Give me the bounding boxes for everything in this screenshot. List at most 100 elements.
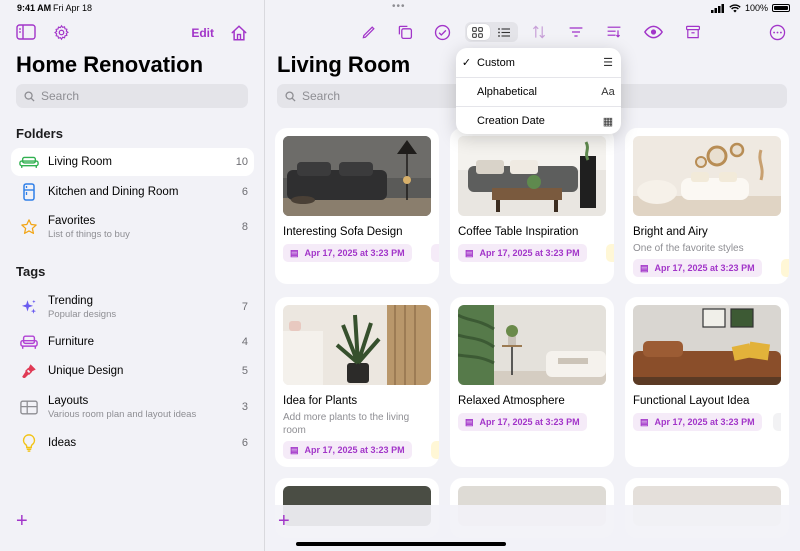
sidebar-toggle-icon[interactable] xyxy=(16,24,36,40)
overflow-tag xyxy=(431,441,439,459)
multitasking-dots[interactable]: ••• xyxy=(392,1,406,12)
eye-icon[interactable] xyxy=(644,24,663,40)
sofa-icon xyxy=(19,152,39,172)
card-subtitle: Add more plants to the living room xyxy=(283,412,410,436)
battery-icon xyxy=(772,4,790,12)
search-placeholder: Search xyxy=(302,89,341,103)
card-subtitle: One of the favorite styles xyxy=(633,243,744,254)
list-icon: ☰ xyxy=(603,57,613,69)
gear-icon[interactable] xyxy=(53,24,70,41)
calendar-icon: ▤ xyxy=(640,262,649,273)
archive-icon[interactable] xyxy=(685,24,701,40)
note-card[interactable]: Interesting Sofa Design ▤ Apr 17, 2025 at… xyxy=(275,128,439,284)
overflow-tag xyxy=(606,244,614,262)
folders-heading: Folders xyxy=(16,126,63,141)
edit-button[interactable]: Edit xyxy=(191,26,214,40)
wifi-icon xyxy=(729,3,741,12)
sidebar-item-subtitle: Popular designs xyxy=(48,308,117,320)
note-card[interactable]: Bright and Airy One of the favorite styl… xyxy=(625,128,789,284)
overflow-tag xyxy=(781,259,789,277)
status-date: Fri Apr 18 xyxy=(53,3,93,13)
sidebar-tag-layouts[interactable]: Layouts Various room plan and layout ide… xyxy=(11,389,254,425)
duplicate-icon[interactable] xyxy=(397,24,413,40)
sidebar: Edit Home Renovation Search Folders Livi… xyxy=(0,0,265,551)
note-card[interactable]: Coffee Table Inspiration ▤ Apr 17, 2025 a… xyxy=(450,128,614,284)
sidebar-tag-furniture[interactable]: Furniture 4 xyxy=(11,328,254,356)
text-aa-icon: Aa xyxy=(601,86,615,98)
status-bar: 9:41 AM Fri Apr 18 ••• 100% xyxy=(0,0,800,16)
sidebar-item-label: Furniture xyxy=(48,336,95,348)
calendar-icon: ▤ xyxy=(465,247,474,258)
item-count: 3 xyxy=(241,401,248,413)
sidebar-item-label: Living Room xyxy=(48,156,112,168)
add-note-button[interactable]: + xyxy=(278,511,290,531)
bright-room-photo xyxy=(633,136,781,216)
overflow-tag xyxy=(431,244,439,262)
calendar-icon: ▦ xyxy=(602,115,614,128)
overflow-tag xyxy=(773,413,781,431)
tags-heading: Tags xyxy=(16,264,46,279)
card-title: Coffee Table Inspiration xyxy=(458,226,579,238)
card-title: Interesting Sofa Design xyxy=(283,226,403,238)
group-icon[interactable] xyxy=(606,24,622,40)
status-time: 9:41 AM xyxy=(17,3,52,13)
calendar-icon: ▤ xyxy=(290,444,299,455)
filter-icon[interactable] xyxy=(568,24,584,40)
note-card[interactable]: Relaxed Atmosphere ▤ Apr 17, 2025 at 3:23… xyxy=(450,297,614,467)
card-title: Idea for Plants xyxy=(283,395,358,407)
brown-sofa-photo xyxy=(633,305,781,385)
cellular-icon xyxy=(710,3,724,13)
list-view-icon[interactable] xyxy=(498,27,510,38)
sidebar-item-subtitle: List of things to buy xyxy=(48,228,130,240)
item-count: 4 xyxy=(241,336,248,348)
grid-view-icon[interactable] xyxy=(472,27,483,38)
view-mode-toggle[interactable] xyxy=(465,22,518,42)
pencil-icon[interactable] xyxy=(361,24,377,40)
date-badge: ▤ Apr 17, 2025 at 3:23 PM xyxy=(283,441,412,459)
armchair-icon xyxy=(19,332,39,352)
date-badge: ▤ Apr 17, 2025 at 3:23 PM xyxy=(458,413,587,431)
item-count: 5 xyxy=(241,365,248,377)
sidebar-folder-living-room[interactable]: Living Room 10 xyxy=(11,148,254,176)
paintbrush-icon xyxy=(19,361,39,381)
plants-photo xyxy=(283,305,431,385)
home-icon[interactable] xyxy=(230,24,248,42)
relaxed-room-photo xyxy=(458,305,606,385)
calendar-icon: ▤ xyxy=(290,247,299,258)
coffee-table-photo xyxy=(458,136,606,216)
sidebar-tag-ideas[interactable]: Ideas 6 xyxy=(11,429,254,457)
date-badge: ▤ Apr 17, 2025 at 3:23 PM xyxy=(458,244,587,262)
note-card[interactable]: Idea for Plants Add more plants to the l… xyxy=(275,297,439,467)
sort-option-custom[interactable]: ✓ Custom ☰ xyxy=(456,48,621,77)
search-placeholder: Search xyxy=(41,89,80,103)
sort-arrows-icon[interactable] xyxy=(531,24,547,40)
search-icon xyxy=(24,90,35,102)
sidebar-item-label: Ideas xyxy=(48,437,77,449)
more-icon[interactable] xyxy=(769,24,786,41)
date-badge: ▤ Apr 17, 2025 at 3:23 PM xyxy=(283,244,412,262)
sidebar-tag-trending[interactable]: Trending Popular designs 7 xyxy=(11,289,254,325)
note-card[interactable]: Functional Layout Idea ▤ Apr 17, 2025 at … xyxy=(625,297,789,467)
sidebar-folder-favorites[interactable]: Favorites List of things to buy 8 xyxy=(11,209,254,245)
sidebar-item-label: Unique Design xyxy=(48,365,124,377)
battery-percent: 100% xyxy=(744,3,768,13)
sidebar-item-label: Trending xyxy=(48,294,93,307)
checkmark-icon: ✓ xyxy=(461,57,472,69)
sidebar-folder-kitchen[interactable]: Kitchen and Dining Room 6 xyxy=(11,178,254,206)
sort-option-creation-date[interactable]: Creation Date ▦ xyxy=(456,106,621,135)
fridge-icon xyxy=(19,182,39,202)
star-icon xyxy=(19,217,39,237)
sidebar-item-label: Favorites xyxy=(48,214,96,227)
card-title: Relaxed Atmosphere xyxy=(458,395,565,407)
home-indicator xyxy=(296,542,506,546)
sidebar-tag-unique-design[interactable]: Unique Design 5 xyxy=(11,357,254,385)
sidebar-search-input[interactable]: Search xyxy=(16,84,248,108)
add-folder-button[interactable]: + xyxy=(16,511,28,531)
date-badge: ▤ Apr 17, 2025 at 3:23 PM xyxy=(633,413,762,431)
checkmark-circle-icon[interactable] xyxy=(434,24,451,41)
item-count: 8 xyxy=(241,221,248,233)
item-count: 6 xyxy=(241,186,248,198)
sidebar-item-label: Kitchen and Dining Room xyxy=(48,186,179,198)
sort-option-alphabetical[interactable]: Alphabetical Aa xyxy=(456,77,621,106)
item-count: 7 xyxy=(241,301,248,313)
